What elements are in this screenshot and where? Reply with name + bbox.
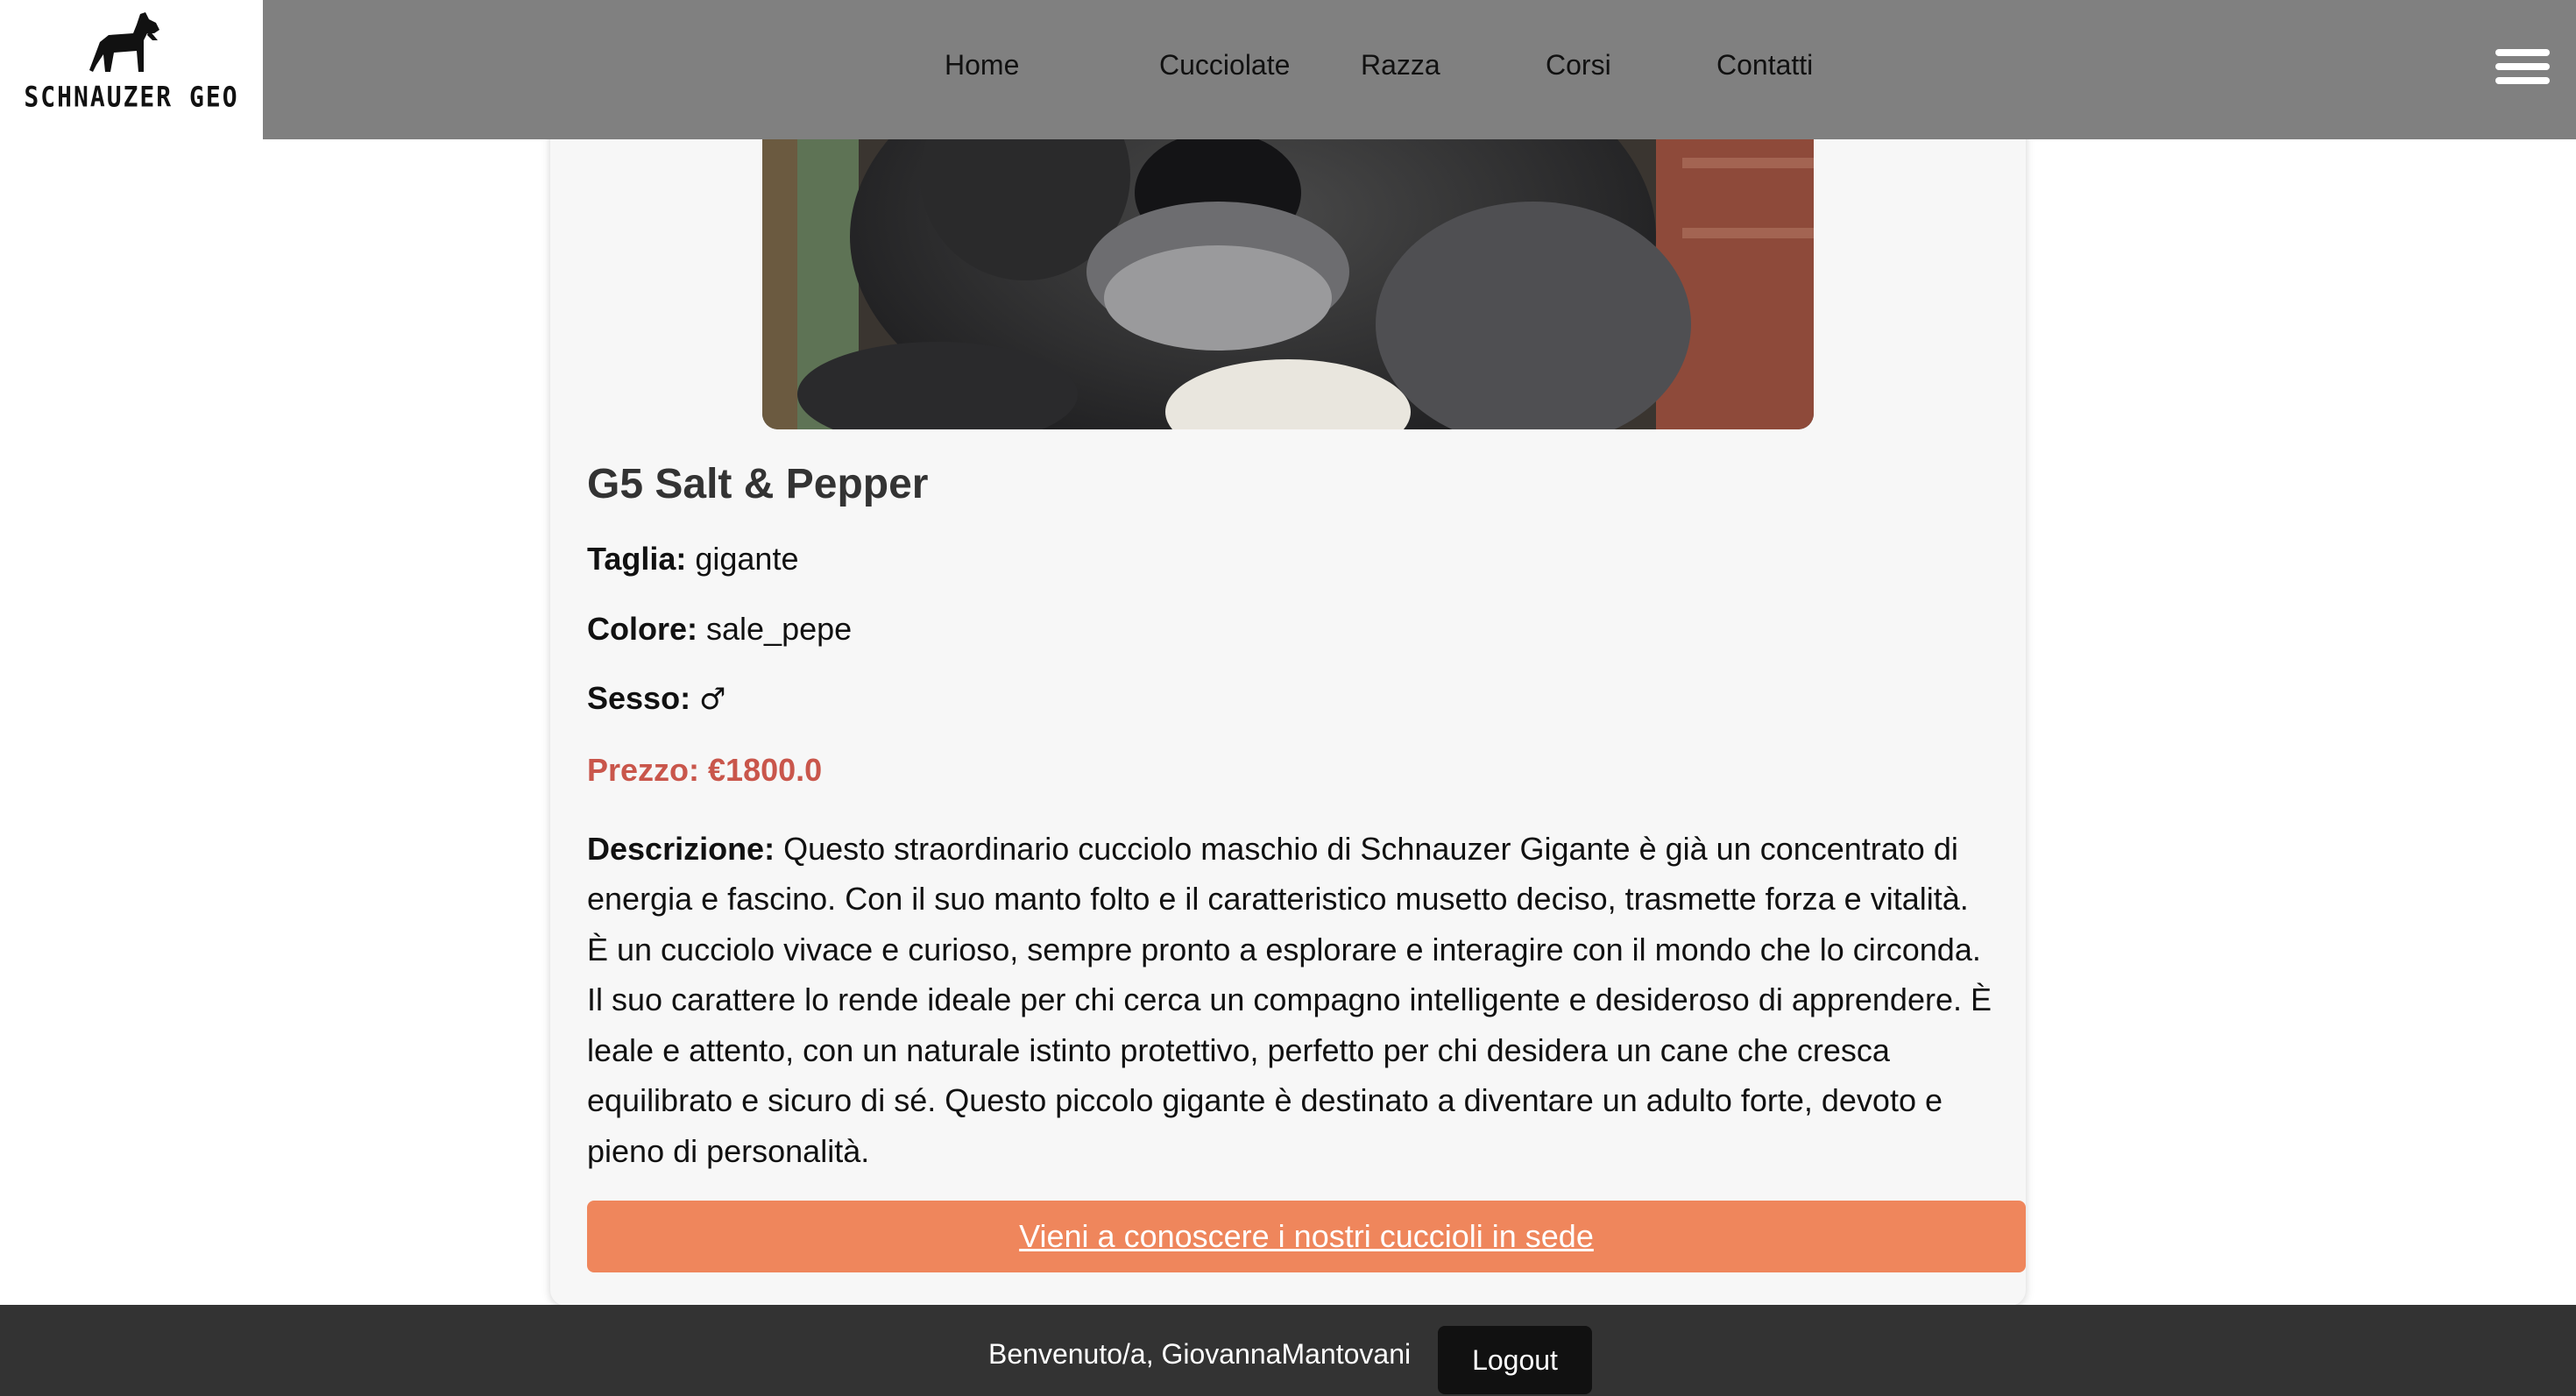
logout-button[interactable]: Logout — [1438, 1326, 1592, 1394]
nav-item-corsi[interactable]: Corsi — [1546, 49, 1611, 81]
color-label: Colore: — [587, 610, 697, 647]
hamburger-line — [2495, 49, 2550, 56]
page: SCHNAUZER GEO Home Cucciolate Razza Cors… — [0, 0, 2576, 1396]
nav-item-home[interactable]: Home — [945, 49, 1019, 81]
sex-field: Sesso: ♂ — [587, 681, 1989, 716]
brand-logo[interactable]: SCHNAUZER GEO — [0, 0, 263, 139]
size-field: Taglia: gigante — [587, 542, 1989, 577]
puppy-card: G5 Salt & Pepper Taglia: gigante Colore:… — [550, 105, 2026, 1306]
brand-name: SCHNAUZER GEO — [24, 80, 239, 114]
color-field: Colore: sale_pepe — [587, 610, 1989, 647]
puppy-photo — [762, 105, 1814, 429]
footer-bar: Benvenuto/a, GiovannaMantovani Logout — [0, 1305, 2576, 1396]
color-value: sale_pepe — [706, 610, 853, 647]
nav-item-cucciolate[interactable]: Cucciolate — [1159, 49, 1290, 81]
description: Descrizione: Questo straordinario cuccio… — [587, 824, 1998, 1177]
schnauzer-dog-logo-icon — [89, 12, 159, 72]
size-label: Taglia: — [587, 541, 687, 577]
male-symbol-icon: ♂ — [699, 682, 726, 718]
puppy-photo-image — [762, 105, 1814, 429]
size-value: gigante — [695, 541, 799, 577]
price: Prezzo: €1800.0 — [587, 751, 823, 788]
description-text: Questo straordinario cucciolo maschio di… — [587, 830, 1992, 1169]
nav-item-contatti[interactable]: Contatti — [1716, 49, 1813, 81]
visit-puppies-link-button[interactable]: Vieni a conoscere i nostri cuccioli in s… — [587, 1201, 2026, 1272]
description-label: Descrizione: — [587, 830, 775, 867]
welcome-message: Benvenuto/a, GiovannaMantovani — [988, 1338, 1412, 1370]
puppy-details: G5 Salt & Pepper Taglia: gigante Colore:… — [587, 460, 1992, 1176]
header-nav-bar: Home Cucciolate Razza Corsi Contatti — [263, 0, 2576, 139]
hamburger-line — [2495, 77, 2550, 84]
hamburger-menu-icon[interactable] — [2495, 49, 2550, 88]
sex-label: Sesso: — [587, 680, 691, 717]
puppy-title: G5 Salt & Pepper — [587, 461, 929, 507]
hamburger-line — [2495, 63, 2550, 70]
nav-item-razza[interactable]: Razza — [1361, 49, 1440, 81]
